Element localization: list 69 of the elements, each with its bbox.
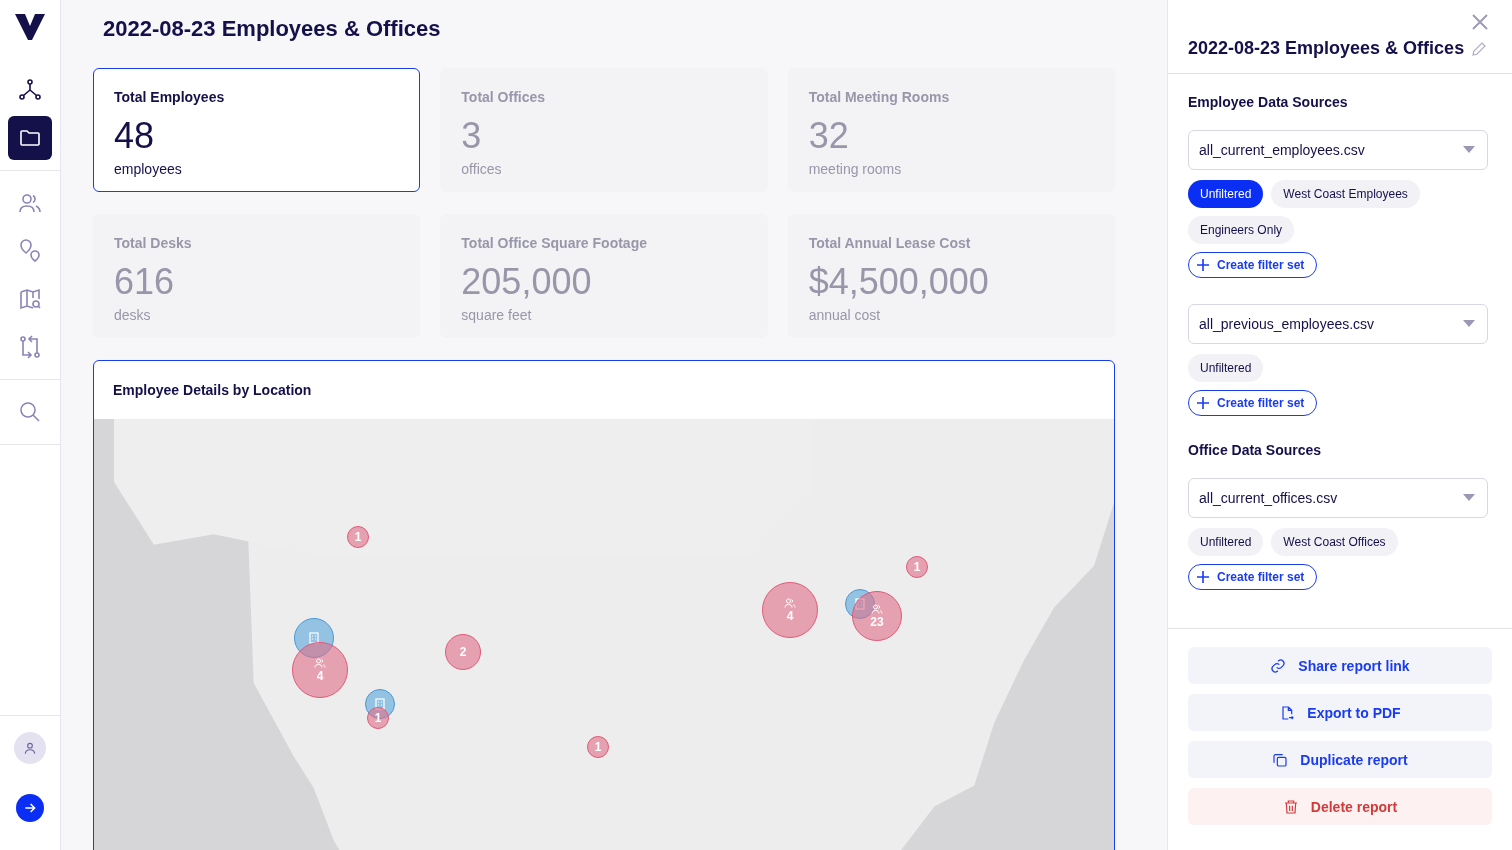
filter-chip[interactable]: Unfiltered [1188,354,1264,382]
people-icon [314,657,326,669]
filter-chip[interactable]: West Coast Employees [1271,180,1420,208]
section-heading: Employee Data Sources [1188,94,1349,110]
stat-unit: offices [461,161,503,177]
nav-button[interactable] [8,116,52,160]
arrow-icon [23,801,37,815]
person-icon [23,741,37,755]
caret-icon [1463,494,1475,502]
stat-unit: square feet [461,307,533,323]
plus-icon [1197,571,1209,583]
stat-value: 48 [114,115,156,157]
file-export-icon [1279,704,1296,721]
file-dropdown[interactable]: all_previous_employees.csv [1188,304,1488,344]
filter-chip[interactable]: Unfiltered [1188,528,1264,556]
file-dropdown[interactable]: all_current_offices.csv [1188,478,1488,518]
search-icon [18,400,42,424]
duplicate-report-button[interactable]: Duplicate report [1188,741,1492,778]
stat-label: Total Offices [461,89,547,105]
create-filter-button[interactable]: Create filter set [1188,390,1318,416]
people-icon [784,597,796,609]
delete-report-button[interactable]: Delete report [1188,788,1492,825]
create-filter-button[interactable]: Create filter set [1188,564,1318,590]
stat-value: 205,000 [461,261,593,303]
nodes-icon [18,78,42,102]
building-icon [309,632,319,644]
pdf-report-button[interactable]: Export to PDF [1188,694,1492,731]
filter-chip[interactable]: West Coast Offices [1271,528,1398,556]
stat-label: Total Desks [114,235,193,251]
file-dropdown[interactable]: all_current_employees.csv [1188,130,1488,170]
stat-label: Total Meeting Rooms [808,89,951,105]
people-icon [871,603,883,615]
link-icon [1270,657,1287,674]
caret-icon [1463,320,1475,328]
caret-icon [1463,146,1475,154]
page-title: 2022-08-23 Employees & Offices [103,16,442,42]
map-card-title: Employee Details by Location [112,381,313,400]
building-icon [375,698,385,710]
plus-icon [1197,397,1209,409]
panel-title: 2022-08-23 Employees & Offices [1188,38,1465,59]
create-filter-button[interactable]: Create filter set [1188,252,1318,278]
section-heading: Office Data Sources [1188,442,1323,458]
logo-icon [15,14,45,40]
stat-unit: meeting rooms [808,161,903,177]
stat-unit: employees [114,161,183,177]
trash-icon [1282,798,1299,815]
stat-card[interactable]: Total Employees 48 employees [93,68,421,192]
stat-value: 616 [114,261,176,303]
close-icon [1470,12,1490,32]
copy-icon [1272,751,1289,768]
building-icon [855,598,865,610]
stat-label: Total Office Square Footage [461,235,648,251]
link-report-button[interactable]: Share report link [1188,647,1492,684]
stat-label: Total Annual Lease Cost [808,235,972,251]
avatar-button[interactable] [14,732,46,764]
stat-unit: desks [114,307,152,323]
swap-icon [18,335,42,359]
stat-value: $4,500,000 [808,261,990,303]
arrow-button[interactable] [16,794,44,822]
location-pins-icon [18,239,42,263]
stat-value: 3 [461,115,483,157]
stat-label: Total Employees [114,89,226,105]
stat-unit: annual cost [808,307,882,323]
filter-chip[interactable]: Engineers Only [1188,216,1295,244]
filter-chip[interactable]: Unfiltered [1188,180,1264,208]
stat-value: 32 [808,115,850,157]
plus-icon [1197,259,1209,271]
map-search-icon [18,287,42,311]
people-icon [18,191,42,215]
